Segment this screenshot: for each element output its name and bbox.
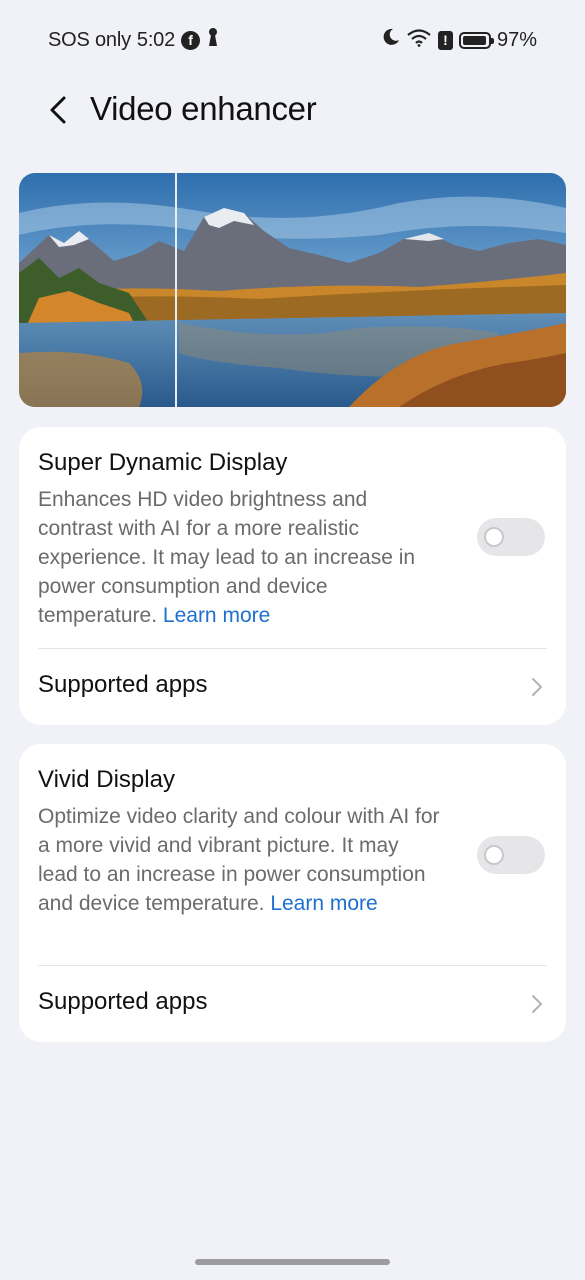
vivid-learn-more-link[interactable]: Learn more — [270, 892, 377, 915]
status-bar: SOS only 5:02 f ! 97% — [0, 0, 585, 80]
back-button[interactable] — [38, 88, 78, 132]
app-header: Video enhancer — [0, 84, 585, 136]
chevron-right-icon — [532, 678, 542, 696]
supported-apps-label: Supported apps — [38, 988, 208, 1015]
alert-icon: ! — [437, 30, 453, 50]
page-title: Video enhancer — [90, 90, 317, 127]
super-dynamic-learn-more-link[interactable]: Learn more — [163, 604, 270, 627]
facebook-icon: f — [181, 30, 201, 50]
vivid-description: Optimize video clarity and colour with A… — [38, 802, 443, 918]
super-dynamic-toggle[interactable] — [477, 518, 545, 556]
moon-icon — [382, 28, 400, 52]
vivid-title: Vivid Display — [38, 766, 175, 793]
super-dynamic-description: Enhances HD video brightness and contras… — [38, 485, 443, 630]
status-right: ! 97% — [382, 28, 537, 52]
clock: 5:02 — [136, 28, 176, 51]
gesture-navigation-bar[interactable] — [195, 1259, 390, 1265]
vivid-description-text: Optimize video clarity and colour with A… — [38, 805, 440, 915]
super-dynamic-display-card: Super Dynamic Display Enhances HD video … — [19, 427, 566, 725]
battery-percent: 97% — [496, 28, 537, 51]
back-arrow-icon — [50, 96, 66, 124]
super-dynamic-supported-apps-row[interactable]: Supported apps — [19, 649, 566, 725]
vivid-toggle[interactable] — [477, 836, 545, 874]
wifi-icon — [406, 27, 432, 53]
carrier-text: SOS only — [48, 28, 131, 51]
vivid-supported-apps-row[interactable]: Supported apps — [19, 966, 566, 1042]
keyhole-icon — [206, 27, 220, 53]
status-left: SOS only 5:02 f — [48, 28, 220, 52]
supported-apps-label: Supported apps — [38, 671, 208, 698]
chevron-right-icon — [532, 995, 542, 1013]
video-preview-image — [19, 173, 566, 407]
super-dynamic-title: Super Dynamic Display — [38, 449, 288, 476]
toggle-knob — [484, 527, 504, 547]
battery-icon — [458, 31, 494, 49]
vivid-display-card: Vivid Display Optimize video clarity and… — [19, 744, 566, 1042]
toggle-knob — [484, 845, 504, 865]
